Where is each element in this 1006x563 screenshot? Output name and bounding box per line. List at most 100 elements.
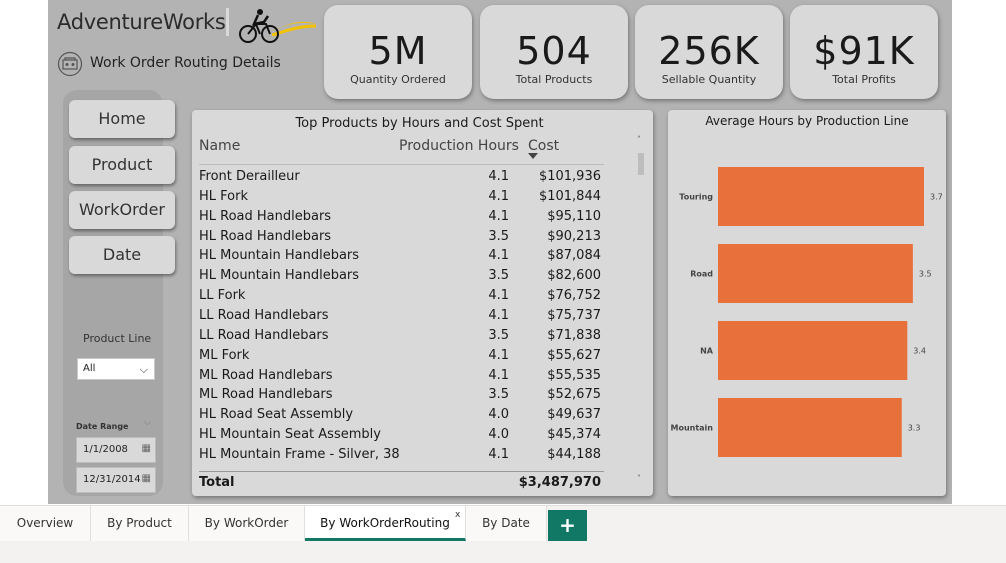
bar-road[interactable] (718, 244, 913, 303)
scroll-thumb[interactable] (638, 153, 644, 175)
table-body[interactable]: Front Derailleur 4.1 $101,936 HL Fork 4.1 $10… (192, 167, 612, 467)
cell-name: ML Road Handlebars (199, 367, 333, 383)
cell-hours: 3.5 (488, 268, 509, 284)
cyclist-logo-icon (236, 6, 318, 50)
cell-cost: $49,637 (547, 407, 601, 423)
table-row[interactable]: HL Mountain Frame - Black, 384.1$43,981 (199, 465, 604, 468)
cell-hours: 4.1 (488, 347, 509, 363)
product-line-dropdown[interactable]: All ⌵ (77, 358, 155, 380)
avg-hours-chart-panel: Average Hours by Production Line Touring… (668, 110, 946, 496)
tab-overview[interactable]: Overview (0, 506, 91, 541)
table-row[interactable]: HL Road Handlebars 3.5 $90,213 (199, 227, 604, 247)
cell-cost: $75,737 (547, 307, 601, 323)
cell-name: HL Mountain Frame - Silver, 38 (199, 446, 400, 462)
add-page-button[interactable]: + (548, 510, 587, 541)
scroll-down-icon[interactable]: ˅ (637, 474, 641, 483)
kpi-value: $91K (813, 29, 915, 73)
date-start-value: 1/1/2008 (83, 444, 128, 455)
cell-cost: $55,627 (547, 347, 601, 363)
kpi-label: Total Profits (832, 73, 896, 86)
scroll-up-icon[interactable]: ˄ (637, 135, 641, 144)
kpi-card-sellable-quantity: 256K Sellable Quantity (635, 5, 783, 99)
calendar-icon[interactable]: ▦ (142, 443, 151, 454)
table-scrollbar[interactable]: ˄ ˅ (637, 135, 645, 483)
cell-cost: $76,752 (547, 288, 601, 304)
cell-name: Front Derailleur (199, 169, 300, 184)
cell-hours: 4.0 (488, 427, 509, 443)
cell-hours: 4.1 (488, 208, 509, 224)
close-tab-icon[interactable]: x (455, 510, 460, 520)
cell-hours: 3.5 (488, 387, 509, 403)
cell-hours: 4.1 (488, 188, 509, 204)
table-row[interactable]: HL Mountain Handlebars 4.1 $87,084 (199, 246, 604, 266)
table-row[interactable]: LL Road Handlebars 3.5 $71,838 (199, 326, 604, 346)
table-row[interactable]: Front Derailleur 4.1 $101,936 (199, 167, 604, 187)
data-label: 3.4 (913, 347, 926, 356)
total-divider (199, 471, 604, 472)
kpi-value: 256K (658, 29, 760, 73)
cell-hours: 4.1 (488, 169, 509, 184)
cell-name: HL Road Handlebars (199, 228, 332, 244)
table-row[interactable]: ML Road Handlebars 3.5 $52,675 (199, 385, 604, 405)
cell-hours: 4.1 (488, 367, 509, 383)
kpi-label: Quantity Ordered (350, 73, 446, 86)
bar-na[interactable] (718, 321, 908, 380)
nav-date-button[interactable]: Date (69, 236, 175, 274)
nav-workorder-button[interactable]: WorkOrder (69, 191, 175, 229)
chevron-down-icon[interactable]: ⌵ (144, 418, 151, 428)
bar-mountain[interactable] (718, 398, 902, 457)
nav-home-button[interactable]: Home (69, 100, 175, 138)
cell-cost: $95,110 (547, 208, 601, 224)
table-row[interactable]: LL Fork 4.1 $76,752 (199, 286, 604, 306)
table-row[interactable]: ML Road Handlebars 4.1 $55,535 (199, 366, 604, 386)
category-label: Touring (679, 193, 713, 202)
bar-chart: Touring 3.7 Road 3.5 NA 3.4 Mountain 3.3 (670, 167, 943, 457)
date-end-input[interactable]: 12/31/2014 ▦ (76, 467, 156, 493)
column-header-name[interactable]: Name (199, 138, 240, 154)
kpi-value: 5M (368, 29, 428, 73)
cell-name: LL Road Handlebars (199, 307, 329, 323)
cell-cost: $101,936 (538, 169, 601, 184)
tab-by-workorder[interactable]: By WorkOrder (189, 506, 305, 541)
chevron-down-icon: ⌵ (139, 363, 148, 376)
column-header-cost[interactable]: Cost (528, 138, 559, 154)
table-row[interactable]: LL Road Handlebars 4.1 $75,737 (199, 306, 604, 326)
table-row[interactable]: HL Mountain Seat Assembly 4.0 $45,374 (199, 425, 604, 445)
tab-by-date[interactable]: By Date (466, 506, 547, 541)
cell-hours: 4.0 (488, 407, 509, 423)
calendar-icon[interactable]: ▦ (142, 473, 151, 484)
nav-product-button[interactable]: Product (69, 146, 175, 184)
total-row: Total $3,487,970 (199, 474, 604, 494)
category-label: Mountain (670, 424, 713, 433)
table-row[interactable]: HL Fork 4.1 $101,844 (199, 187, 604, 207)
cell-cost: $55,535 (547, 367, 601, 383)
table-row[interactable]: HL Mountain Handlebars 3.5 $82,600 (199, 266, 604, 286)
tab-by-workorderrouting[interactable]: By WorkOrderRouting (305, 506, 466, 541)
tab-by-product[interactable]: By Product (91, 506, 189, 541)
cell-hours: 4.1 (488, 307, 509, 323)
cell-name: HL Road Handlebars (199, 208, 332, 224)
cell-cost: $44,188 (547, 446, 601, 462)
top-products-table: Top Products by Hours and Cost Spent Nam… (192, 110, 653, 496)
page-subtitle: Work Order Routing Details (90, 55, 281, 71)
column-header-production-hours[interactable]: Production Hours (399, 138, 519, 154)
product-line-value: All (83, 363, 96, 374)
kpi-label: Sellable Quantity (661, 73, 757, 86)
table-row[interactable]: HL Road Seat Assembly 4.0 $49,637 (199, 405, 604, 425)
cell-cost: $87,084 (547, 248, 601, 264)
table-row[interactable]: HL Mountain Frame - Silver, 38 4.1 $44,188 (199, 445, 604, 465)
cell-name: HL Mountain Handlebars (199, 268, 360, 284)
table-row[interactable]: ML Fork 4.1 $55,627 (199, 346, 604, 366)
product-line-label: Product Line (83, 332, 152, 345)
bar-touring[interactable] (718, 167, 924, 226)
cell-name: ML Road Handlebars (199, 387, 333, 403)
cell-hours: 4.1 (488, 248, 509, 264)
cell-cost: $82,600 (547, 268, 601, 284)
cell-cost: $52,675 (547, 387, 601, 403)
cell-name: HL Mountain Seat Assembly (199, 427, 381, 443)
table-row[interactable]: HL Road Handlebars 4.1 $95,110 (199, 207, 604, 227)
page-tabs-bar: Overview By Product By WorkOrder By Work… (0, 505, 1006, 542)
kpi-value: 504 (516, 29, 592, 73)
total-label: Total (199, 475, 235, 490)
date-start-input[interactable]: 1/1/2008 ▦ (76, 437, 156, 463)
